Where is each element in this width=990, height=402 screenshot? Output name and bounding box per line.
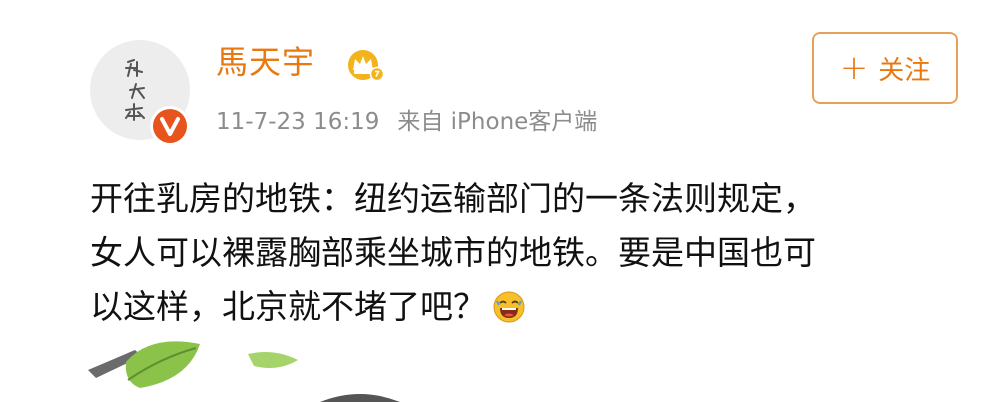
follow-label: 关注 xyxy=(878,55,931,86)
crown-vip-icon xyxy=(348,50,384,82)
post-time: 11-7-23 16:19 xyxy=(216,109,380,135)
content-line-text: 以这样，北京就不堵了吧？ xyxy=(90,287,486,326)
weibo-post: 馬天宇 11-7-23 16:19 来自 iPhone客户端 + 关注 开往乳房的… xyxy=(0,0,990,402)
post-content: 开往乳房的地铁：纽约运输部门的一条法则规定， 女人可以裸露胸部乘坐城市的地铁。要… xyxy=(90,172,960,334)
verified-badge xyxy=(150,106,190,146)
follow-button[interactable]: + 关注 xyxy=(812,32,958,104)
content-line: 开往乳房的地铁：纽约运输部门的一条法则规定， xyxy=(90,179,816,218)
content-line-last: 以这样，北京就不堵了吧？ xyxy=(90,280,960,334)
laughing-face-emoji-icon xyxy=(493,291,525,323)
content-line: 女人可以裸露胸部乘坐城市的地铁。要是中国也可 xyxy=(90,233,816,272)
post-image-preview[interactable] xyxy=(0,330,990,402)
post-image-leaves xyxy=(88,341,400,402)
post-meta: 11-7-23 16:19 来自 iPhone客户端 xyxy=(216,106,597,138)
post-source[interactable]: 来自 iPhone客户端 xyxy=(397,109,597,135)
plus-icon: + xyxy=(839,48,869,88)
verified-v-icon xyxy=(153,109,187,143)
author-name[interactable]: 馬天宇 xyxy=(216,42,315,82)
